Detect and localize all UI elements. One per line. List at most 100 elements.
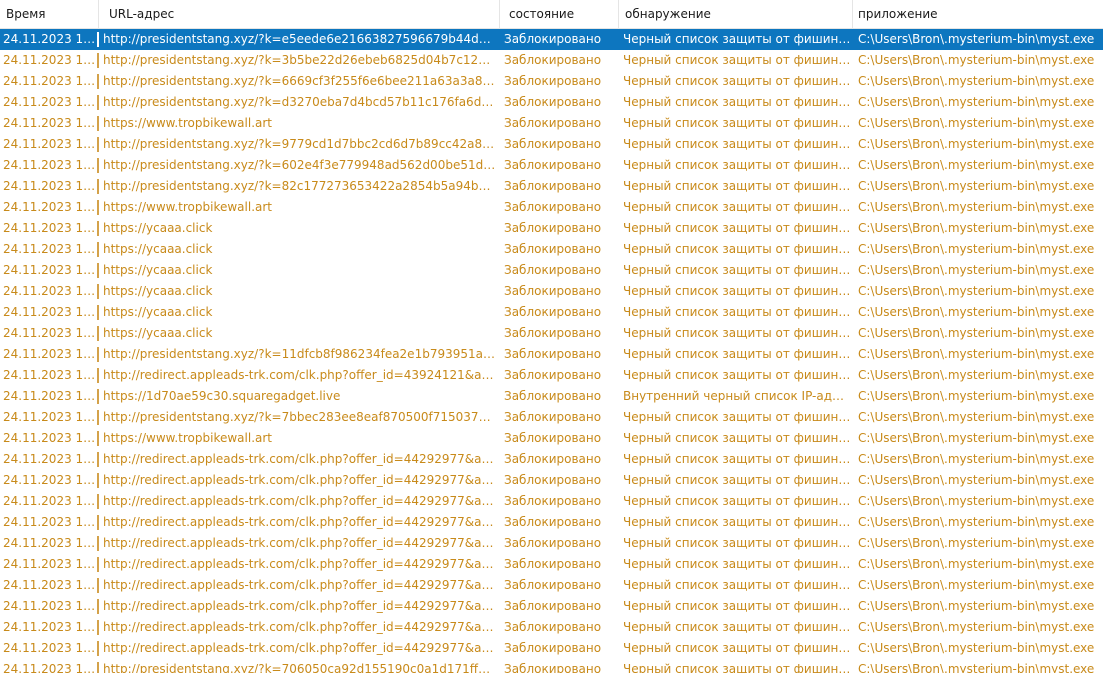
- cell-status: Заблокировано: [504, 221, 602, 235]
- table-row[interactable]: 24.11.2023 10... http://redirect.appleads…: [0, 554, 1103, 575]
- table-row[interactable]: 24.11.2023 11... http://presidentstang.xy…: [0, 176, 1103, 197]
- cell-url: http://redirect.appleads-trk.com/clk.php…: [103, 494, 497, 508]
- cell-time: 24.11.2023 11...: [3, 242, 97, 256]
- table-row[interactable]: 24.11.2023 10... http://redirect.appleads…: [0, 512, 1103, 533]
- cell-status: Заблокировано: [504, 473, 602, 487]
- cell-url: http://presidentstang.xyz/?k=11dfcb8f986…: [103, 347, 497, 361]
- cell-url: http://redirect.appleads-trk.com/clk.php…: [103, 578, 497, 592]
- cell-status: Заблокировано: [504, 284, 602, 298]
- table-row[interactable]: 24.11.2023 11... http://presidentstang.xy…: [0, 134, 1103, 155]
- cell-url: https://ycaaa.click: [103, 263, 213, 277]
- cell-status: Заблокировано: [504, 32, 602, 46]
- table-row[interactable]: 24.11.2023 10... http://redirect.appleads…: [0, 470, 1103, 491]
- cell-detection: Черный список защиты от фишинга: [623, 515, 851, 529]
- cell-application: C:\Users\Bron\.mysterium-bin\myst.exe: [858, 620, 1095, 634]
- table-row[interactable]: 24.11.2023 10... http://redirect.appleads…: [0, 596, 1103, 617]
- cell-detection: Черный список защиты от фишинга: [623, 368, 851, 382]
- table-row[interactable]: 24.11.2023 11... https://www.tropbikewall…: [0, 197, 1103, 218]
- table-row[interactable]: 24.11.2023 11... https://www.tropbikewall…: [0, 113, 1103, 134]
- table-row[interactable]: 24.11.2023 11... http://presidentstang.xy…: [0, 50, 1103, 71]
- table-row[interactable]: 24.11.2023 10... http://redirect.appleads…: [0, 617, 1103, 638]
- cell-url: http://redirect.appleads-trk.com/clk.php…: [103, 620, 497, 634]
- table-row[interactable]: 24.11.2023 11... https://ycaaa.click Забло…: [0, 323, 1103, 344]
- cell-application: C:\Users\Bron\.mysterium-bin\myst.exe: [858, 263, 1095, 277]
- cell-url: http://redirect.appleads-trk.com/clk.php…: [103, 536, 497, 550]
- cell-detection: Черный список защиты от фишинга: [623, 95, 851, 109]
- cell-application: C:\Users\Bron\.mysterium-bin\myst.exe: [858, 389, 1095, 403]
- table-row[interactable]: 24.11.2023 11... https://www.tropbikewall…: [0, 428, 1103, 449]
- row-divider: [97, 536, 99, 551]
- table-row[interactable]: 24.11.2023 10... http://redirect.appleads…: [0, 449, 1103, 470]
- cell-time: 24.11.2023 10...: [3, 389, 97, 403]
- cell-application: C:\Users\Bron\.mysterium-bin\myst.exe: [858, 158, 1095, 172]
- table-row[interactable]: 24.11.2023 12... http://presidentstang.xy…: [0, 29, 1103, 50]
- column-header-application[interactable]: приложение: [853, 0, 1103, 28]
- cell-url: https://www.tropbikewall.art: [103, 200, 273, 214]
- cell-time: 24.11.2023 11...: [3, 200, 97, 214]
- table-body: 24.11.2023 12... http://presidentstang.xy…: [0, 29, 1103, 673]
- cell-status: Заблокировано: [504, 536, 602, 550]
- table-row[interactable]: 24.11.2023 11... http://presidentstang.xy…: [0, 71, 1103, 92]
- row-divider: [97, 32, 99, 47]
- column-header-time[interactable]: Время: [0, 0, 99, 28]
- cell-time: 24.11.2023 11...: [3, 179, 97, 193]
- table-row[interactable]: 24.11.2023 10... http://redirect.appleads…: [0, 365, 1103, 386]
- cell-time: 24.11.2023 11...: [3, 53, 97, 67]
- cell-detection: Черный список защиты от фишинга: [623, 452, 851, 466]
- table-row[interactable]: 24.11.2023 10... http://redirect.appleads…: [0, 533, 1103, 554]
- row-divider: [97, 515, 99, 530]
- table-row[interactable]: 24.11.2023 11... http://presidentstang.xy…: [0, 155, 1103, 176]
- cell-detection: Черный список защиты от фишинга: [623, 221, 851, 235]
- cell-url: http://redirect.appleads-trk.com/clk.php…: [103, 515, 497, 529]
- cell-application: C:\Users\Bron\.mysterium-bin\myst.exe: [858, 179, 1095, 193]
- cell-time: 24.11.2023 11...: [3, 431, 97, 445]
- row-divider: [97, 410, 99, 425]
- cell-application: C:\Users\Bron\.mysterium-bin\myst.exe: [858, 326, 1095, 340]
- cell-status: Заблокировано: [504, 620, 602, 634]
- cell-time: 24.11.2023 10...: [3, 620, 97, 634]
- cell-application: C:\Users\Bron\.mysterium-bin\myst.exe: [858, 221, 1095, 235]
- row-divider: [97, 452, 99, 467]
- cell-url: https://ycaaa.click: [103, 305, 213, 319]
- cell-url: http://presidentstang.xyz/?k=3b5be22d26e…: [103, 53, 497, 67]
- cell-status: Заблокировано: [504, 242, 602, 256]
- table-row[interactable]: 24.11.2023 10... http://redirect.appleads…: [0, 491, 1103, 512]
- cell-url: http://redirect.appleads-trk.com/clk.php…: [103, 557, 497, 571]
- table-row[interactable]: 24.11.2023 11... https://ycaaa.click Забло…: [0, 260, 1103, 281]
- column-header-status[interactable]: состояние: [500, 0, 619, 28]
- row-divider: [97, 431, 99, 446]
- cell-application: C:\Users\Bron\.mysterium-bin\myst.exe: [858, 536, 1095, 550]
- cell-detection: Черный список защиты от фишинга: [623, 431, 851, 445]
- cell-application: C:\Users\Bron\.mysterium-bin\myst.exe: [858, 116, 1095, 130]
- cell-url: http://presidentstang.xyz/?k=9779cd1d7bb…: [103, 137, 497, 151]
- table-row[interactable]: 24.11.2023 11... http://presidentstang.xy…: [0, 344, 1103, 365]
- column-header-detection[interactable]: обнаружение: [619, 0, 853, 28]
- row-divider: [97, 326, 99, 341]
- cell-detection: Черный список защиты от фишинга: [623, 137, 851, 151]
- cell-application: C:\Users\Bron\.mysterium-bin\myst.exe: [858, 515, 1095, 529]
- table-row[interactable]: 24.11.2023 11... https://ycaaa.click Забло…: [0, 218, 1103, 239]
- table-row[interactable]: 24.11.2023 10... http://redirect.appleads…: [0, 638, 1103, 659]
- cell-application: C:\Users\Bron\.mysterium-bin\myst.exe: [858, 32, 1095, 46]
- table-row[interactable]: 24.11.2023 11... http://presidentstang.xy…: [0, 407, 1103, 428]
- column-header-url[interactable]: URL-адрес: [99, 0, 500, 28]
- cell-application: C:\Users\Bron\.mysterium-bin\myst.exe: [858, 599, 1095, 613]
- cell-application: C:\Users\Bron\.mysterium-bin\myst.exe: [858, 557, 1095, 571]
- table-row[interactable]: 24.11.2023 10... http://presidentstang.xy…: [0, 659, 1103, 673]
- cell-detection: Черный список защиты от фишинга: [623, 263, 851, 277]
- cell-status: Заблокировано: [504, 452, 602, 466]
- blocked-connections-table: Время URL-адрес состояние обнаружение пр…: [0, 0, 1103, 673]
- cell-time: 24.11.2023 11...: [3, 137, 97, 151]
- row-divider: [97, 95, 99, 110]
- table-row[interactable]: 24.11.2023 11... https://ycaaa.click Забло…: [0, 302, 1103, 323]
- cell-time: 24.11.2023 11...: [3, 326, 97, 340]
- cell-status: Заблокировано: [504, 326, 602, 340]
- cell-url: http://redirect.appleads-trk.com/clk.php…: [103, 473, 497, 487]
- table-row[interactable]: 24.11.2023 11... https://ycaaa.click Забло…: [0, 281, 1103, 302]
- table-row[interactable]: 24.11.2023 11... https://ycaaa.click Забло…: [0, 239, 1103, 260]
- table-row[interactable]: 24.11.2023 10... http://redirect.appleads…: [0, 575, 1103, 596]
- table-row[interactable]: 24.11.2023 11... http://presidentstang.xy…: [0, 92, 1103, 113]
- cell-url: https://ycaaa.click: [103, 221, 213, 235]
- table-row[interactable]: 24.11.2023 10... https://1d70ae59c30.squa…: [0, 386, 1103, 407]
- cell-status: Заблокировано: [504, 431, 602, 445]
